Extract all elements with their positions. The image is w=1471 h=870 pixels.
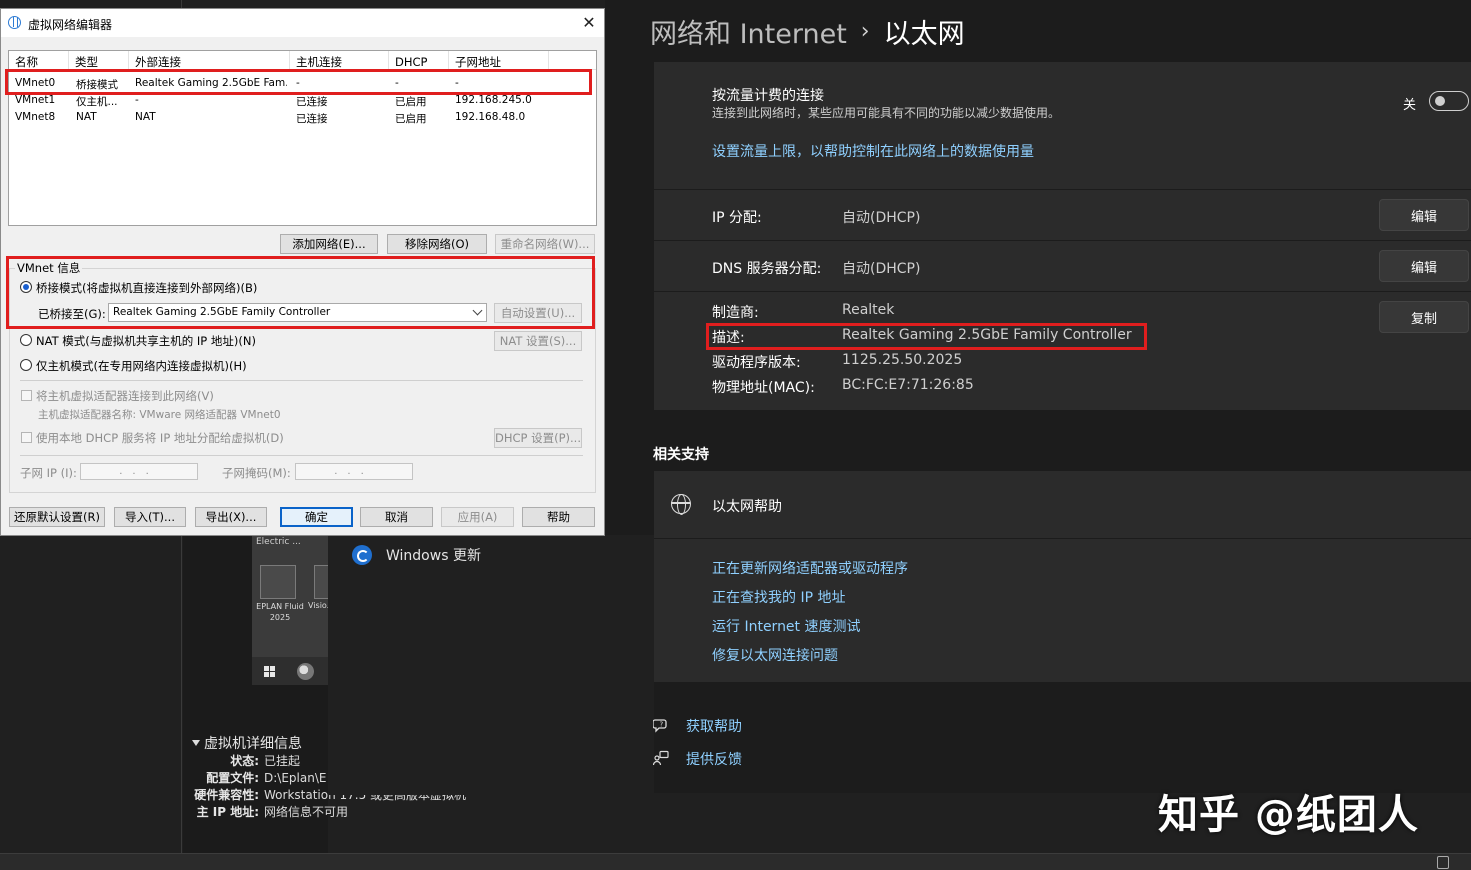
column-header[interactable]: 外部连接 xyxy=(129,51,290,70)
remove-network-button[interactable]: 移除网络(O) xyxy=(387,234,487,254)
nat-settings-button[interactable]: NAT 设置(S)... xyxy=(494,331,582,351)
network-globe-icon xyxy=(8,16,21,29)
metered-title: 按流量计费的连接 xyxy=(712,88,824,104)
divider xyxy=(20,380,583,381)
copy-button[interactable]: 复制 xyxy=(1379,301,1469,333)
use-dhcp-checkbox[interactable] xyxy=(21,432,32,443)
edit-ip-button[interactable]: 编辑 xyxy=(1379,199,1469,231)
apply-button[interactable]: 应用(A) xyxy=(441,507,514,527)
metered-toggle[interactable] xyxy=(1429,91,1469,111)
globe-icon xyxy=(671,494,691,515)
dialog-titlebar[interactable]: 虚拟网络编辑器 ✕ xyxy=(1,9,604,37)
ok-button[interactable]: 确定 xyxy=(280,507,353,527)
ethernet-help-title: 以太网帮助 xyxy=(712,499,782,515)
column-header[interactable]: 名称 xyxy=(9,51,69,70)
vm-details-title: 虚拟机详细信息 xyxy=(204,736,302,752)
breadcrumb-chevron-icon: › xyxy=(860,19,870,44)
subnet-mask-label: 子网掩码(M): xyxy=(222,466,291,480)
restore-defaults-button[interactable]: 还原默认设置(R) xyxy=(9,507,105,527)
related-support-heading: 相关支持 xyxy=(653,447,709,463)
mac-address-label: 物理地址(MAC): xyxy=(712,380,815,396)
host-only-radio[interactable] xyxy=(20,359,32,371)
connect-host-adapter-checkbox[interactable] xyxy=(21,390,32,401)
export-button[interactable]: 导出(X)... xyxy=(195,507,267,527)
close-icon[interactable]: ✕ xyxy=(579,13,599,33)
import-button[interactable]: 导入(T)... xyxy=(114,507,186,527)
ip-assignment-value: 自动(DHCP) xyxy=(842,210,921,226)
collapse-triangle-icon xyxy=(192,740,200,746)
dialog-title: 虚拟网络编辑器 xyxy=(28,18,113,32)
metered-toggle-state: 关 xyxy=(1403,98,1417,113)
use-dhcp-label[interactable]: 使用本地 DHCP 服务将 IP 地址分配给虚拟机(D) xyxy=(36,430,284,446)
thumbnail-app-label: Electric ... xyxy=(256,537,301,547)
ip-assignment-label: IP 分配: xyxy=(712,210,762,226)
give-feedback-link[interactable]: 提供反馈 xyxy=(686,749,742,769)
help-link-speed-test[interactable]: 运行 Internet 速度测试 xyxy=(712,616,861,636)
nat-mode-label[interactable]: NAT 模式(与虚拟机共享主机的 IP 地址)(N) xyxy=(36,333,256,349)
subnet-ip-label: 子网 IP (I): xyxy=(20,466,77,480)
column-header[interactable]: 子网地址 xyxy=(449,51,549,70)
help-link-fix-connection[interactable]: 修复以太网连接问题 xyxy=(712,645,838,665)
vmware-status-bar xyxy=(0,853,1471,870)
dhcp-settings-button[interactable]: DHCP 设置(P)... xyxy=(494,428,582,448)
svg-text:?: ? xyxy=(660,721,664,729)
host-adapter-name: 主机虚拟适配器名称: VMware 网络适配器 VMnet0 xyxy=(38,409,281,421)
subnet-mask-field[interactable]: ... xyxy=(295,463,413,480)
edge-browser-icon xyxy=(297,663,314,680)
page-title: 以太网 xyxy=(883,19,965,50)
rename-network-button[interactable]: 重命名网络(W)... xyxy=(495,234,595,254)
help-link-update-driver[interactable]: 正在更新网络适配器或驱动程序 xyxy=(712,558,908,578)
vm-screen-thumbnail[interactable]: Electric ... EPLAN Fluid 2025 Visio... xyxy=(252,535,332,685)
manufacturer-label: 制造商: xyxy=(712,305,759,321)
watermark: 知乎 @纸团人 xyxy=(1158,792,1419,838)
settings-nav-area xyxy=(328,535,654,795)
highlight-description-box xyxy=(706,323,1147,350)
column-header[interactable]: 主机连接 xyxy=(290,51,389,70)
driver-version-label: 驱动程序版本: xyxy=(712,355,801,371)
metered-connection-card xyxy=(654,62,1471,189)
feedback-icon xyxy=(653,750,669,766)
get-help-icon: ? xyxy=(653,719,667,733)
add-network-button[interactable]: 添加网络(E)... xyxy=(280,234,378,254)
breadcrumb: 网络和 Internet › 以太网 xyxy=(650,12,965,51)
thumbnail-app-caption: EPLAN Fluid 2025 xyxy=(256,602,304,622)
highlight-vmnet-info-box xyxy=(6,256,595,329)
connect-host-adapter-label[interactable]: 将主机虚拟适配器连接到此网络(V) xyxy=(36,388,214,404)
get-help-link[interactable]: 获取帮助 xyxy=(686,716,742,736)
vmware-library-panel-lower xyxy=(0,535,182,853)
help-button[interactable]: 帮助 xyxy=(522,507,595,527)
data-limit-link[interactable]: 设置流量上限，以帮助控制在此网络上的数据使用量 xyxy=(712,141,1034,161)
network-list-header: 名称 类型 外部连接 主机连接 DHCP 子网地址 xyxy=(9,51,596,70)
help-link-find-ip[interactable]: 正在查找我的 IP 地址 xyxy=(712,587,845,607)
highlight-vmnet0-box xyxy=(5,69,592,95)
manufacturer-value: Realtek xyxy=(842,302,895,318)
driver-version-value: 1125.25.50.2025 xyxy=(842,352,963,368)
metered-description: 连接到此网络时，某些应用可能具有不同的功能以减少数据使用。 xyxy=(712,106,1061,120)
column-header[interactable]: DHCP xyxy=(389,51,449,70)
dns-assignment-value: 自动(DHCP) xyxy=(842,261,921,277)
breadcrumb-parent[interactable]: 网络和 Internet xyxy=(650,12,847,51)
windows-start-icon xyxy=(264,666,275,677)
mac-address-value: BC:FC:E7:71:26:85 xyxy=(842,377,974,393)
nav-item-label: Windows 更新 xyxy=(386,548,481,564)
network-row-vmnet8[interactable]: VMnet8 NAT NAT 已连接 已启用 192.168.48.0 xyxy=(9,109,596,126)
eplan-fluid-icon xyxy=(260,565,296,599)
vm-detail-row: 主 IP 地址: 网络信息不可用 xyxy=(196,805,349,819)
cancel-button[interactable]: 取消 xyxy=(360,507,433,527)
nat-mode-radio[interactable] xyxy=(20,334,32,346)
column-header[interactable]: 类型 xyxy=(69,51,129,70)
edit-dns-button[interactable]: 编辑 xyxy=(1379,250,1469,282)
dns-assignment-label: DNS 服务器分配: xyxy=(712,261,822,277)
message-log-icon[interactable] xyxy=(1437,856,1449,869)
host-only-label[interactable]: 仅主机模式(在专用网络内连接虚拟机)(H) xyxy=(36,358,247,374)
nav-item-windows-update[interactable]: Windows 更新 xyxy=(352,545,481,565)
subnet-ip-field[interactable]: ... xyxy=(80,463,198,480)
virtual-network-editor-dialog: 虚拟网络编辑器 ✕ 名称 类型 外部连接 主机连接 DHCP 子网地址 VMne… xyxy=(0,8,605,536)
divider xyxy=(20,455,583,456)
windows-update-icon xyxy=(352,545,372,565)
ip-assignment-card xyxy=(654,190,1471,240)
